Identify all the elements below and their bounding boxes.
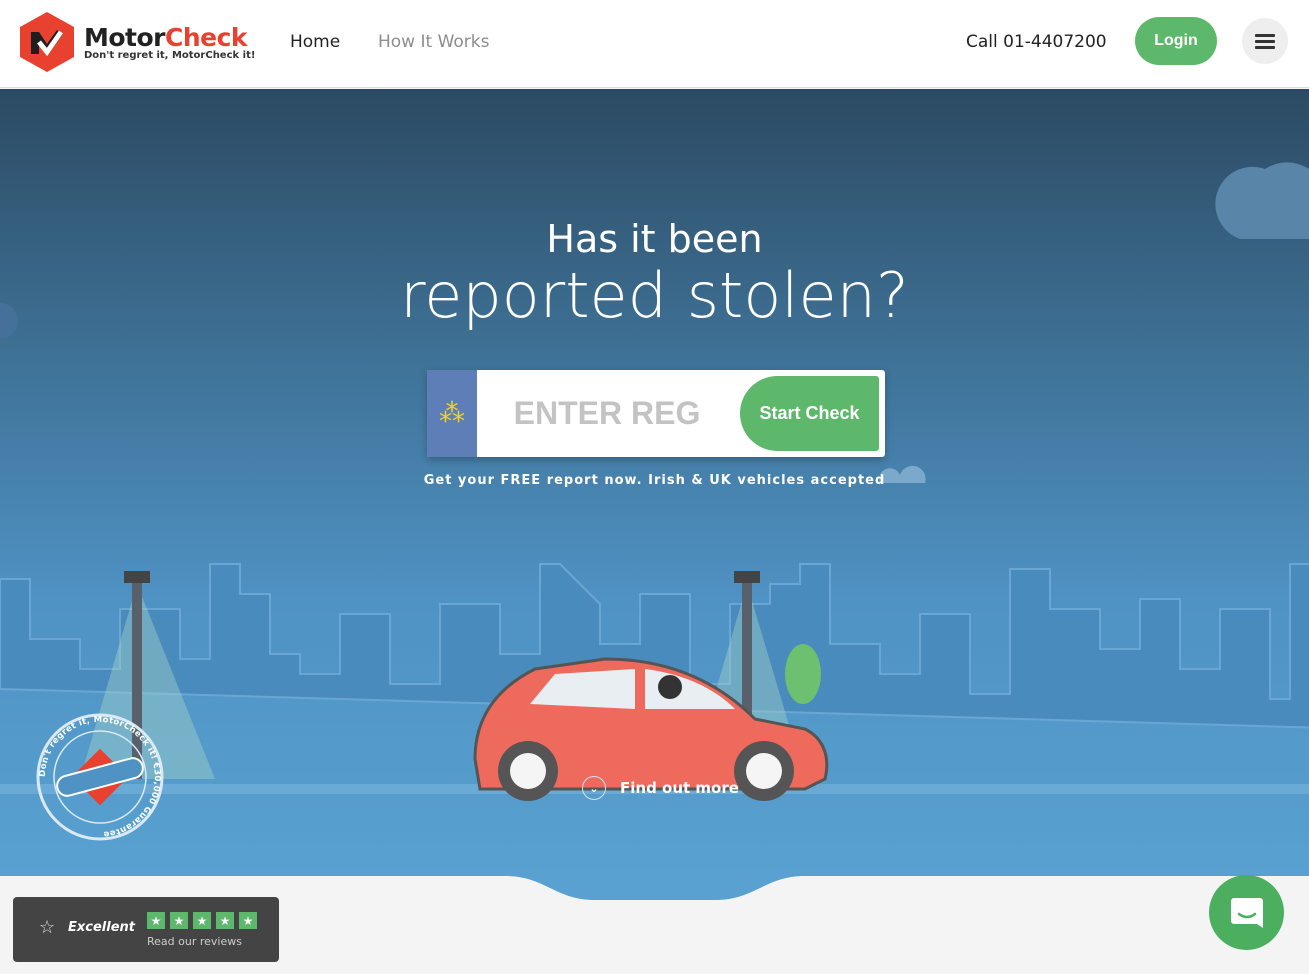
- star-icon: ★: [216, 912, 234, 929]
- star-icon: ★: [147, 912, 165, 929]
- chat-launcher-button[interactable]: [1209, 875, 1284, 950]
- hero-title-line1: Has it been: [546, 217, 763, 261]
- nav-how-it-works[interactable]: How It Works: [378, 32, 489, 52]
- tagline: Don't regret it, MotorCheck it!: [84, 50, 256, 61]
- reg-search-box: ⁂ Start Check: [427, 370, 885, 457]
- star-icon: ★: [239, 912, 257, 929]
- login-button[interactable]: Login: [1135, 17, 1217, 65]
- star-icon: ★: [170, 912, 188, 929]
- review-star-icon: ☆: [39, 917, 56, 938]
- motorcheck-logo-icon: [20, 12, 74, 72]
- chevron-down-icon: ⌄: [582, 776, 606, 800]
- rating-label: Excellent: [68, 920, 135, 935]
- rating-stars: ★ ★ ★ ★ ★: [147, 912, 257, 929]
- brand-name: MotorCheck: [84, 23, 248, 52]
- hero-title-line2: reported stolen?: [400, 259, 909, 332]
- find-out-more-link[interactable]: ⌄ Find out more: [582, 776, 739, 800]
- reg-input[interactable]: [477, 370, 737, 457]
- phone-link[interactable]: Call 01-4407200: [966, 32, 1107, 52]
- logo[interactable]: MotorCheck Don't regret it, MotorCheck i…: [20, 12, 255, 72]
- site-header: MotorCheck Don't regret it, MotorCheck i…: [0, 0, 1309, 88]
- eu-flag-icon: ⁂: [427, 370, 477, 457]
- hero-section: Don't regret it, MotorCheck it! €30,000 …: [0, 89, 1309, 876]
- star-icon: ★: [193, 912, 211, 929]
- read-reviews-link[interactable]: Read our reviews: [147, 935, 242, 948]
- start-check-button[interactable]: Start Check: [740, 376, 879, 451]
- chat-icon: [1230, 897, 1263, 928]
- hero-subtitle: Get your FREE report now. Irish & UK veh…: [423, 473, 886, 488]
- trustpilot-widget[interactable]: ☆ Excellent ★ ★ ★ ★ ★ Read our reviews: [13, 897, 279, 962]
- hamburger-menu-icon[interactable]: [1242, 18, 1288, 64]
- nav-home[interactable]: Home: [290, 32, 340, 52]
- find-more-tab: [505, 876, 805, 900]
